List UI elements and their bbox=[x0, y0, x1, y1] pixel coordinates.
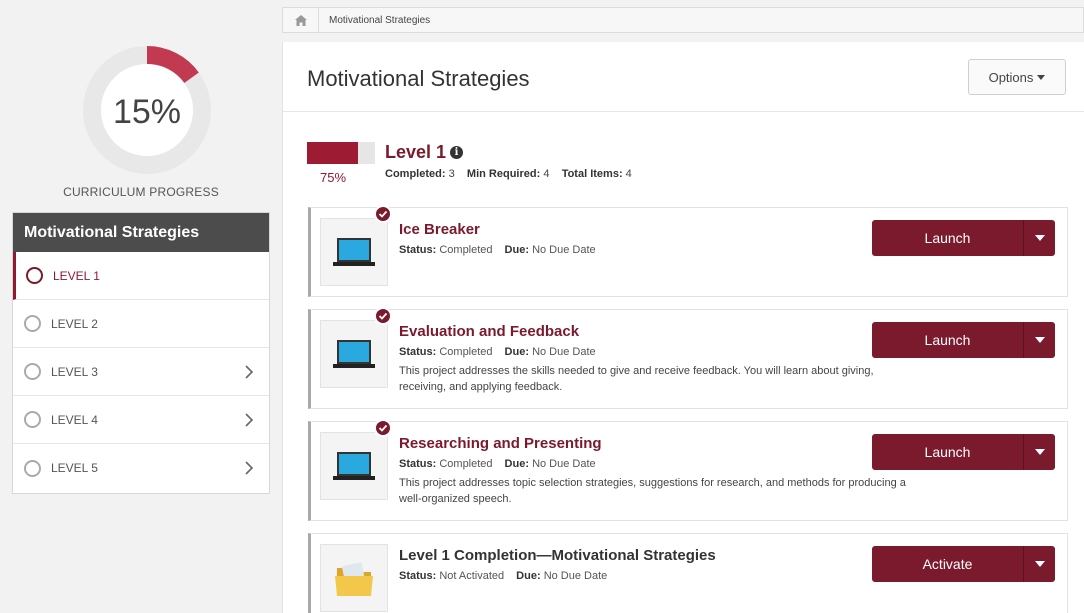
activate-button-group: Activate bbox=[872, 546, 1055, 582]
activate-dropdown-button[interactable] bbox=[1023, 546, 1055, 582]
curriculum-item-card: Ice Breaker Status: Completed Due: No Due… bbox=[308, 205, 1068, 297]
item-status: Status: Completed Due: No Due Date bbox=[399, 458, 596, 470]
launch-button[interactable]: Launch bbox=[872, 434, 1023, 470]
sidebar-item-level-4[interactable]: LEVEL 4 bbox=[13, 396, 269, 444]
item-title[interactable]: Evaluation and Feedback bbox=[399, 323, 579, 340]
sidebar-item-label: LEVEL 1 bbox=[53, 268, 100, 283]
sidebar-item-level-5[interactable]: LEVEL 5 bbox=[13, 444, 269, 492]
item-status: Status: Not Activated Due: No Due Date bbox=[399, 570, 607, 582]
due-value: No Due Date bbox=[532, 458, 596, 470]
sidebar-title: Motivational Strategies bbox=[13, 213, 269, 252]
launch-button-group: Launch bbox=[872, 322, 1055, 358]
item-status: Status: Completed Due: No Due Date bbox=[399, 244, 596, 256]
due-value: No Due Date bbox=[543, 570, 608, 582]
breadcrumb: Motivational Strategies bbox=[282, 7, 1084, 33]
item-status: Status: Completed Due: No Due Date bbox=[399, 346, 596, 358]
caret-down-icon bbox=[1034, 449, 1045, 455]
min-required-value: 4 bbox=[543, 168, 550, 180]
completed-value: 3 bbox=[448, 168, 455, 180]
circle-icon bbox=[24, 411, 41, 428]
launch-button[interactable]: Launch bbox=[872, 220, 1023, 256]
status-label: Status: bbox=[399, 244, 437, 256]
status-value: Completed bbox=[439, 244, 493, 256]
status-label: Status: bbox=[399, 570, 437, 582]
status-label: Status: bbox=[399, 346, 437, 358]
page-title: Motivational Strategies bbox=[307, 66, 530, 91]
main-panel: Motivational Strategies Options 75% Leve… bbox=[282, 42, 1084, 613]
breadcrumb-current: Motivational Strategies bbox=[329, 14, 431, 26]
level-title-text: Level 1 bbox=[385, 142, 447, 162]
status-value: Completed bbox=[439, 458, 493, 470]
level-progress-bar bbox=[307, 142, 375, 164]
completed-check-icon bbox=[374, 307, 392, 325]
caret-down-icon bbox=[1034, 235, 1045, 241]
caret-down-icon bbox=[1034, 561, 1045, 567]
level-progress-fill bbox=[307, 142, 358, 164]
completed-label: Completed: bbox=[385, 168, 446, 180]
sidebar-item-label: LEVEL 4 bbox=[51, 412, 98, 427]
circle-icon bbox=[26, 267, 43, 284]
launch-dropdown-button[interactable] bbox=[1023, 322, 1055, 358]
level-percent: 75% bbox=[319, 170, 347, 185]
circle-icon bbox=[24, 315, 41, 332]
launch-dropdown-button[interactable] bbox=[1023, 220, 1055, 256]
level-stats: Completed: 3 Min Required: 4 Total Items… bbox=[385, 168, 632, 180]
progress-percent: 15% bbox=[112, 93, 182, 131]
due-label: Due: bbox=[516, 570, 541, 582]
item-title[interactable]: Researching and Presenting bbox=[399, 435, 602, 452]
info-icon[interactable]: i bbox=[450, 146, 464, 159]
completed-check-icon bbox=[374, 205, 392, 223]
due-value: No Due Date bbox=[532, 346, 596, 358]
folder-icon bbox=[320, 544, 388, 612]
chevron-right-icon[interactable] bbox=[241, 412, 257, 428]
due-label: Due: bbox=[504, 458, 529, 470]
curriculum-item-card: Evaluation and Feedback Status: Complete… bbox=[308, 307, 1068, 409]
caret-down-icon bbox=[1034, 337, 1045, 343]
due-label: Due: bbox=[504, 244, 529, 256]
main-header: Motivational Strategies Options bbox=[283, 42, 1084, 112]
options-label: Options bbox=[988, 69, 1034, 85]
total-items-value: 4 bbox=[625, 168, 632, 180]
launch-dropdown-button[interactable] bbox=[1023, 434, 1055, 470]
item-description: This project addresses the skills needed… bbox=[399, 365, 874, 393]
sidebar-item-level-3[interactable]: LEVEL 3 bbox=[13, 348, 269, 396]
curriculum-progress-ring: 15% bbox=[82, 45, 212, 175]
sidebar-item-level-2[interactable]: LEVEL 2 bbox=[13, 300, 269, 348]
total-items-label: Total Items: bbox=[561, 168, 623, 180]
launch-button-group: Launch bbox=[872, 434, 1055, 470]
status-value: Completed bbox=[439, 346, 493, 358]
level-sidebar: Motivational Strategies LEVEL 1 LEVEL 2 … bbox=[12, 212, 270, 494]
chevron-right-icon[interactable] bbox=[241, 364, 257, 380]
curriculum-progress-label: CURRICULUM PROGRESS bbox=[63, 185, 219, 199]
sidebar-item-label: LEVEL 3 bbox=[51, 364, 98, 379]
caret-down-icon bbox=[1037, 74, 1046, 80]
curriculum-item-card: Level 1 Completion—Motivational Strategi… bbox=[308, 533, 1068, 613]
launch-button[interactable]: Launch bbox=[872, 322, 1023, 358]
level-title: Level 1 i bbox=[385, 142, 464, 163]
laptop-icon bbox=[320, 218, 388, 286]
sidebar-item-label: LEVEL 2 bbox=[51, 316, 98, 331]
min-required-label: Min Required: bbox=[466, 168, 541, 180]
sidebar-item-label: LEVEL 5 bbox=[51, 461, 98, 475]
completed-check-icon bbox=[374, 419, 392, 437]
circle-icon bbox=[24, 363, 41, 380]
sidebar-item-level-1[interactable]: LEVEL 1 bbox=[13, 252, 269, 300]
options-button[interactable]: Options bbox=[968, 59, 1066, 95]
laptop-icon bbox=[320, 320, 388, 388]
activate-button[interactable]: Activate bbox=[872, 546, 1023, 582]
item-title[interactable]: Level 1 Completion—Motivational Strategi… bbox=[399, 547, 716, 564]
curriculum-item-card: Researching and Presenting Status: Compl… bbox=[308, 419, 1068, 521]
status-label: Status: bbox=[399, 458, 437, 470]
item-title[interactable]: Ice Breaker bbox=[399, 221, 480, 238]
laptop-icon bbox=[320, 432, 388, 500]
circle-icon bbox=[24, 459, 41, 477]
launch-button-group: Launch bbox=[872, 220, 1055, 256]
status-value: Not Activated bbox=[439, 570, 505, 582]
due-label: Due: bbox=[504, 346, 529, 358]
due-value: No Due Date bbox=[532, 244, 596, 256]
item-description: This project addresses topic selection s… bbox=[399, 477, 906, 505]
home-icon[interactable] bbox=[283, 8, 319, 32]
chevron-right-icon[interactable] bbox=[241, 460, 257, 476]
